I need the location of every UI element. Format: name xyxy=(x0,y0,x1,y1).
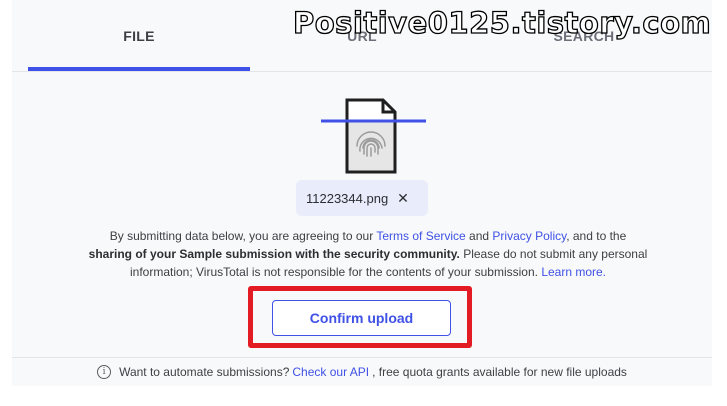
selected-file-chip: 11223344.png ✕ xyxy=(296,180,428,216)
privacy-policy-link[interactable]: Privacy Policy xyxy=(492,229,566,243)
terms-of-service-link[interactable]: Terms of Service xyxy=(376,229,465,243)
terms-text: and xyxy=(465,229,493,243)
close-icon[interactable]: ✕ xyxy=(394,188,412,208)
tab-file[interactable]: FILE xyxy=(28,0,250,71)
file-name: 11223344.png xyxy=(306,190,389,206)
learn-more-link[interactable]: Learn more. xyxy=(541,265,606,279)
fingerprint-file-icon xyxy=(321,98,426,174)
terms-text: By submitting data below, you are agreei… xyxy=(109,229,377,243)
check-api-link[interactable]: Check our API xyxy=(292,365,369,379)
footer-text: Want to automate submissions? xyxy=(119,365,290,379)
info-icon: i xyxy=(97,365,112,379)
api-footer: i Want to automate submissions? Check ou… xyxy=(12,358,712,386)
watermark-text: Positive0125.tistory.com xyxy=(292,5,712,40)
tab-divider xyxy=(12,71,712,72)
confirm-upload-button[interactable]: Confirm upload xyxy=(272,300,451,336)
sharing-notice: sharing of your Sample submission with t… xyxy=(88,247,460,261)
terms-text: , and to the xyxy=(566,229,627,243)
terms-notice: By submitting data below, you are agreei… xyxy=(88,227,648,281)
upload-panel: FILE URL SEARCH 11223344.png ✕ By submit… xyxy=(12,0,712,386)
footer-text: , free quota grants available for new fi… xyxy=(372,365,627,379)
